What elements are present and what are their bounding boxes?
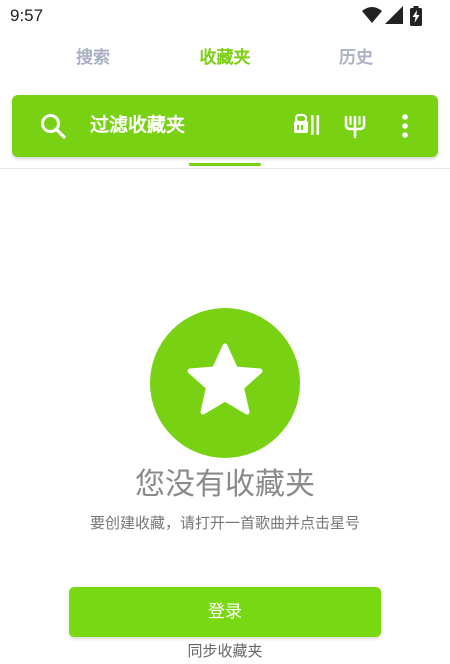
empty-state-hint: 要创建收藏，请打开一首歌曲并点击星号 (89, 514, 360, 532)
tab-history[interactable]: 历史 (306, 40, 406, 80)
tab-search[interactable]: 搜索 (43, 40, 143, 80)
more-options-button[interactable] (392, 111, 422, 141)
filter-button[interactable] (340, 111, 370, 141)
active-tab-indicator (189, 163, 261, 166)
more-vert-icon (402, 114, 408, 138)
wifi-icon (362, 7, 382, 23)
tab-favorites[interactable]: 收藏夹 (175, 40, 275, 80)
status-time: 9:57 (10, 6, 44, 25)
filter-favorites-input[interactable]: 过滤收藏夹 (90, 111, 185, 139)
favorites-toolbar: 过滤收藏夹 (12, 95, 438, 157)
search-icon[interactable] (40, 113, 66, 139)
sort-button[interactable] (292, 111, 322, 141)
status-bar: 9:57 (0, 0, 450, 32)
empty-state-badge (150, 308, 300, 458)
signal-icon (385, 6, 403, 24)
empty-state-title: 您没有收藏夹 (135, 467, 315, 502)
login-button[interactable]: 登录 (69, 587, 381, 637)
sync-favorites-label: 同步收藏夹 (187, 642, 263, 660)
sort-icon (294, 113, 320, 135)
battery-charging-icon (410, 6, 422, 26)
filter-icon (344, 115, 366, 139)
tab-bar: 搜索 收藏夹 历史 (0, 40, 450, 80)
star-icon (187, 343, 263, 415)
toolbar-divider (0, 168, 450, 169)
